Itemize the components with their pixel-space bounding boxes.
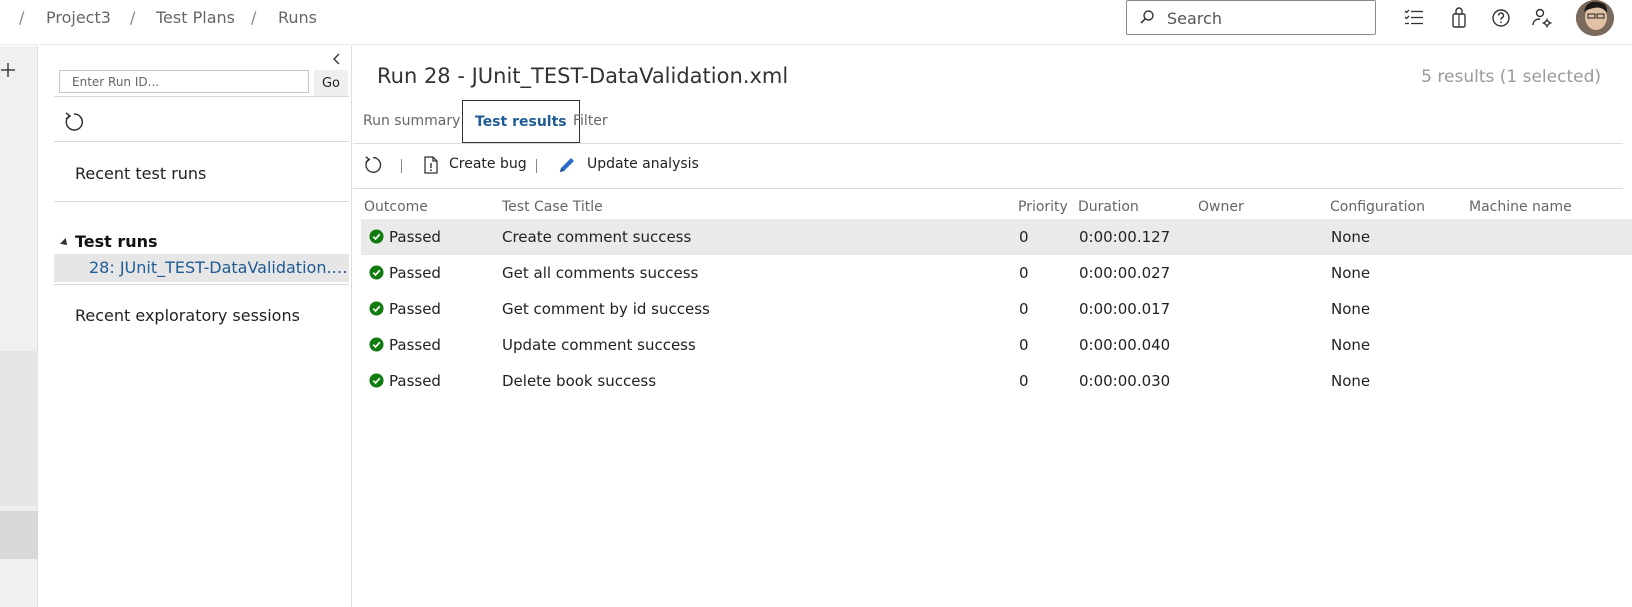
breadcrumb-separator: / bbox=[130, 8, 136, 27]
breadcrumb-runs[interactable]: Runs bbox=[278, 8, 317, 27]
create-bug-button[interactable]: Create bug bbox=[449, 156, 527, 172]
results-count: 5 results (1 selected) bbox=[1421, 67, 1601, 87]
result-row[interactable]: Passed Create comment success 0 0:00:00.… bbox=[361, 219, 1632, 255]
breadcrumb-test-plans[interactable]: Test Plans bbox=[156, 8, 235, 27]
cell-outcome: Passed bbox=[389, 228, 441, 246]
result-row[interactable]: Passed Delete book success 0 0:00:00.030… bbox=[361, 363, 1632, 399]
test-runs-group-label: Test runs bbox=[75, 232, 158, 251]
column-owner[interactable]: Owner bbox=[1198, 199, 1244, 215]
shopping-bag-icon[interactable] bbox=[1447, 6, 1471, 30]
left-rail bbox=[0, 46, 38, 607]
cell-title: Delete book success bbox=[502, 372, 657, 390]
cell-configuration: None bbox=[1331, 300, 1371, 318]
column-priority[interactable]: Priority bbox=[1018, 199, 1068, 215]
avatar[interactable] bbox=[1576, 0, 1614, 36]
cell-outcome: Passed bbox=[389, 336, 441, 354]
cell-duration: 0:00:00.027 bbox=[1079, 264, 1171, 282]
test-runs-group[interactable]: Test runs bbox=[60, 232, 158, 251]
result-row[interactable]: Passed Get all comments success 0 0:00:0… bbox=[361, 255, 1632, 291]
recent-test-runs-link[interactable]: Recent test runs bbox=[75, 164, 206, 183]
column-configuration[interactable]: Configuration bbox=[1330, 199, 1425, 215]
tab-bar: Run summary Test results Filter bbox=[353, 100, 1623, 144]
cell-outcome: Passed bbox=[389, 300, 441, 318]
cell-outcome: Passed bbox=[389, 372, 441, 390]
task-list-icon[interactable] bbox=[1402, 6, 1426, 30]
toolbar-separator bbox=[536, 159, 537, 173]
cell-configuration: None bbox=[1331, 264, 1371, 282]
cell-priority: 0 bbox=[1019, 336, 1029, 354]
tab-test-results[interactable]: Test results bbox=[462, 100, 580, 143]
search-box[interactable] bbox=[1126, 0, 1376, 35]
test-run-item-label: 28: JUnit_TEST-DataValidation.xml bbox=[89, 258, 349, 277]
column-machine-name[interactable]: Machine name bbox=[1469, 199, 1572, 215]
recent-exploratory-sessions-link[interactable]: Recent exploratory sessions bbox=[75, 306, 300, 325]
column-duration[interactable]: Duration bbox=[1078, 199, 1139, 215]
user-settings-icon[interactable] bbox=[1530, 6, 1554, 30]
cell-title: Get comment by id success bbox=[502, 300, 710, 318]
user-photo bbox=[1576, 0, 1614, 36]
cell-configuration: None bbox=[1331, 228, 1371, 246]
cell-outcome: Passed bbox=[389, 264, 441, 282]
collapse-panel-icon[interactable] bbox=[330, 52, 344, 66]
create-bug-icon bbox=[424, 156, 438, 174]
collapse-triangle-icon bbox=[60, 237, 70, 248]
update-analysis-button[interactable]: Update analysis bbox=[587, 156, 699, 172]
cell-title: Create comment success bbox=[502, 228, 692, 246]
passed-check-icon bbox=[369, 265, 384, 280]
cell-title: Get all comments success bbox=[502, 264, 699, 282]
passed-check-icon bbox=[369, 229, 384, 244]
test-run-item-28[interactable]: 28: JUnit_TEST-DataValidation.xml bbox=[54, 254, 349, 282]
main-content: Run 28 - JUnit_TEST-DataValidation.xml 5… bbox=[353, 46, 1632, 607]
search-input[interactable] bbox=[1167, 7, 1367, 29]
results-toolbar: Create bug Update analysis bbox=[353, 144, 1623, 189]
help-icon[interactable] bbox=[1489, 6, 1513, 30]
results-grid-header: Outcome Test Case Title Priority Duratio… bbox=[361, 199, 1632, 221]
search-icon bbox=[1140, 10, 1154, 24]
passed-check-icon bbox=[369, 373, 384, 388]
cell-title: Update comment success bbox=[502, 336, 696, 354]
tab-run-summary[interactable]: Run summary bbox=[363, 100, 460, 143]
cell-configuration: None bbox=[1331, 336, 1371, 354]
tab-filter[interactable]: Filter bbox=[573, 100, 608, 143]
add-icon[interactable] bbox=[0, 62, 16, 78]
runs-side-panel: Go Recent test runs Test runs 28: JUnit_… bbox=[39, 46, 352, 607]
column-outcome[interactable]: Outcome bbox=[364, 199, 428, 215]
cell-priority: 0 bbox=[1019, 372, 1029, 390]
column-test-case-title[interactable]: Test Case Title bbox=[502, 199, 603, 215]
pencil-icon bbox=[560, 158, 574, 172]
divider bbox=[54, 201, 349, 202]
cell-configuration: None bbox=[1331, 372, 1371, 390]
cell-priority: 0 bbox=[1019, 228, 1029, 246]
result-row[interactable]: Passed Update comment success 0 0:00:00.… bbox=[361, 327, 1632, 363]
divider bbox=[54, 284, 349, 285]
cell-duration: 0:00:00.127 bbox=[1079, 228, 1171, 246]
run-title: Run 28 - JUnit_TEST-DataValidation.xml bbox=[377, 64, 789, 88]
divider bbox=[54, 96, 349, 97]
breadcrumb-project[interactable]: Project3 bbox=[46, 8, 111, 27]
result-row[interactable]: Passed Get comment by id success 0 0:00:… bbox=[361, 291, 1632, 327]
cell-duration: 0:00:00.030 bbox=[1079, 372, 1171, 390]
cell-priority: 0 bbox=[1019, 300, 1029, 318]
top-bar: / Project3 / Test Plans / Runs bbox=[0, 0, 1632, 45]
cell-duration: 0:00:00.017 bbox=[1079, 300, 1171, 318]
refresh-icon[interactable] bbox=[363, 155, 383, 175]
rail-block bbox=[0, 351, 38, 506]
passed-check-icon bbox=[369, 337, 384, 352]
passed-check-icon bbox=[369, 301, 384, 316]
cell-duration: 0:00:00.040 bbox=[1079, 336, 1171, 354]
go-button[interactable]: Go bbox=[314, 70, 348, 96]
breadcrumb-separator: / bbox=[251, 8, 257, 27]
cell-priority: 0 bbox=[1019, 264, 1029, 282]
run-id-input[interactable] bbox=[59, 70, 309, 93]
toolbar-separator bbox=[401, 159, 402, 173]
rail-block bbox=[0, 511, 38, 559]
refresh-icon[interactable] bbox=[63, 111, 85, 133]
breadcrumb-separator: / bbox=[19, 8, 25, 27]
divider bbox=[54, 141, 349, 142]
